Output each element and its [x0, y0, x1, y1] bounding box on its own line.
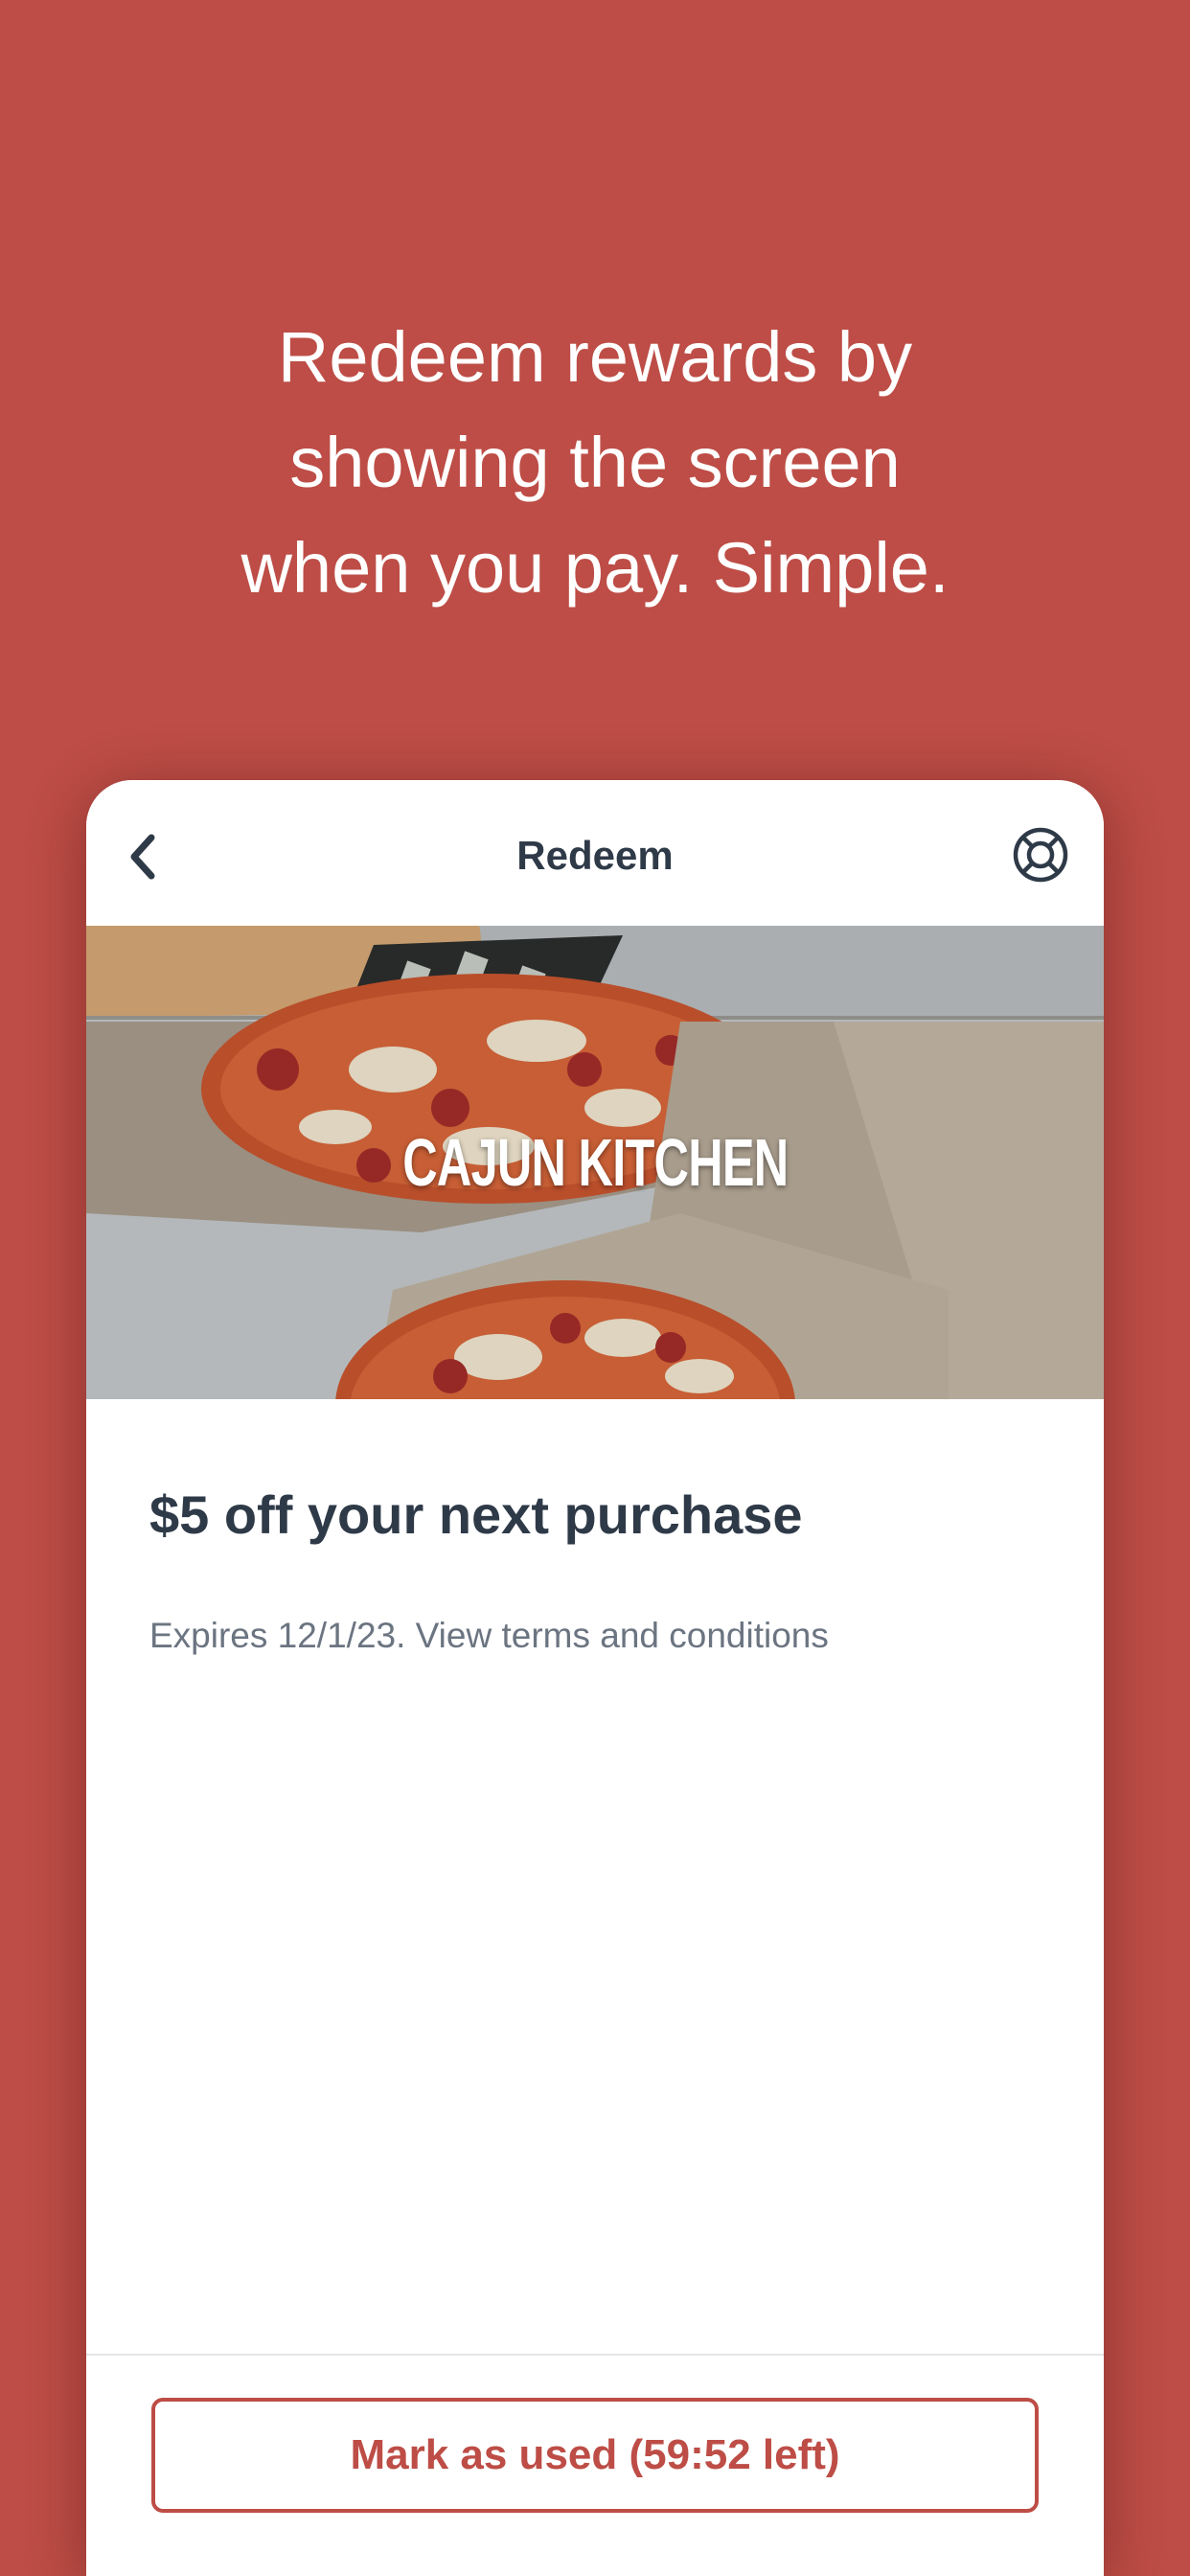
navigation-bar: Redeem — [86, 780, 1104, 926]
footer-divider — [86, 2354, 1104, 2356]
reward-title: $5 off your next purchase — [149, 1484, 803, 1545]
restaurant-name: CAJUN KITCHEN — [401, 1125, 789, 1200]
back-button[interactable] — [115, 828, 172, 886]
restaurant-hero-image: CAJUN KITCHEN — [86, 926, 1104, 1399]
lifebuoy-icon — [1013, 827, 1068, 883]
app-screen-card: Redeem CAJUN KITCHEN $5 off your next pu… — [86, 780, 1104, 2576]
chevron-left-icon — [130, 834, 155, 880]
restaurant-logo: CAJUN KITCHEN — [86, 926, 1104, 1399]
promo-headline: Redeem rewards by showing the screen whe… — [240, 317, 950, 608]
mark-as-used-button[interactable]: Mark as used (59:52 left) — [151, 2398, 1039, 2513]
help-button[interactable] — [1010, 824, 1071, 886]
reward-expiry-line: Expires 12/1/23. View terms and conditio… — [149, 1616, 829, 1656]
expiry-date: Expires 12/1/23. — [149, 1616, 406, 1655]
page-title: Redeem — [516, 833, 674, 878]
terms-link[interactable]: View terms and conditions — [416, 1616, 829, 1655]
